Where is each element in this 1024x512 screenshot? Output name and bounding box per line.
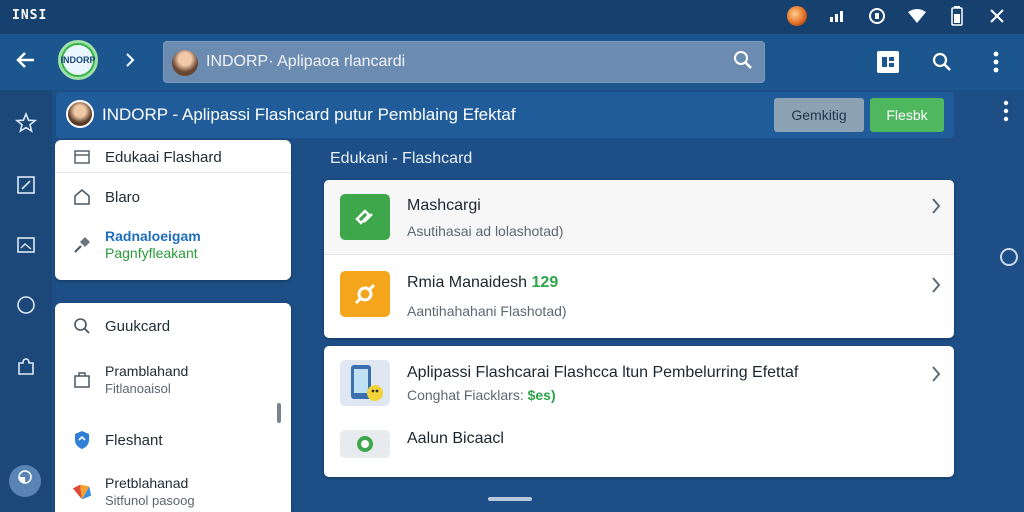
flashcard-list-card: Mashcargi Asutihasai ad lolashotad) Rmia…: [324, 180, 954, 338]
scroll-indicator[interactable]: [1000, 248, 1018, 266]
data-saver-icon: [866, 5, 888, 27]
author-avatar: [66, 100, 94, 128]
menu-item-flashcard[interactable]: Fleshant: [71, 429, 163, 451]
profile-button[interactable]: [9, 465, 41, 497]
app-logo[interactable]: INDORP: [58, 40, 98, 80]
list-item-subtitle: Aantihahahani Flashotad): [407, 303, 567, 319]
list-item-title: Aalun Bicaacl: [407, 430, 504, 447]
bookmark-button[interactable]: Gemkitig: [774, 98, 864, 132]
image-icon[interactable]: [12, 234, 40, 262]
star-icon[interactable]: [12, 111, 40, 140]
list-item[interactable]: Mashcargi Asutihasai ad lolashotad): [324, 180, 954, 254]
list-item-title: Mashcargi: [407, 197, 481, 214]
app-logo-text: INDORP: [60, 55, 96, 65]
list-item[interactable]: Aalun Bicaacl: [324, 422, 954, 477]
menu-item-label: Fleshant: [105, 431, 163, 449]
home-icon: [71, 186, 93, 208]
list-item-title: Rmia Manaidesh 129: [407, 274, 558, 292]
menu-item-label: Radnaloeigam: [105, 228, 201, 244]
category-panel: Edukaai Flashard Blaro Radnaloeigam Pagn…: [55, 140, 291, 280]
menu-item-sublabel: Sitfunol pasoog: [105, 493, 195, 508]
search-icon[interactable]: [730, 50, 756, 76]
link-app-icon: [340, 271, 390, 317]
edit-icon[interactable]: [12, 174, 40, 202]
list-icon: [71, 146, 93, 168]
list-item[interactable]: Rmia Manaidesh 129 Aantihahahani Flashot…: [324, 255, 954, 338]
home-indicator[interactable]: [488, 497, 532, 501]
chevron-right-icon: [930, 364, 942, 390]
list-item-subtitle-text: Conghat Fiacklars:: [407, 387, 524, 403]
puzzle-icon[interactable]: [12, 356, 40, 384]
panel-header: Edukaai Flashard: [71, 146, 222, 168]
chevron-right-icon[interactable]: [118, 48, 142, 76]
status-logo: INSI: [12, 8, 48, 23]
menu-item-practice[interactable]: Pretblahanad Sitfunol pasoog: [71, 475, 195, 509]
more-vert-icon[interactable]: [996, 100, 1016, 130]
menu-item-learning[interactable]: Pramblahand Fitlanoaisol: [71, 363, 188, 397]
reader-mode-icon[interactable]: [874, 44, 902, 80]
menu-item-label: Blaro: [105, 188, 141, 206]
status-bar: INSI: [0, 0, 1024, 34]
search-input[interactable]: INDORP· Aplipaoa rlancardi: [163, 41, 765, 83]
back-arrow-icon[interactable]: [12, 48, 40, 76]
price-label: $es): [527, 387, 556, 403]
menu-item-sublabel: Pagnfyfleakant: [105, 245, 198, 261]
list-item-count: 129: [531, 274, 559, 291]
menu-item-home[interactable]: Blaro: [71, 186, 140, 208]
menu-item-recommend[interactable]: Radnaloeigam Pagnfyfleakant: [71, 228, 201, 262]
avatar-icon[interactable]: [786, 5, 808, 27]
left-rail: [0, 90, 52, 512]
signal-icon: [826, 5, 848, 27]
user-avatar: [172, 50, 198, 76]
circle-icon[interactable]: [12, 294, 40, 322]
wifi-icon: [906, 5, 928, 27]
menu-item-label: Pretblahanad: [105, 475, 189, 491]
divider: [55, 172, 291, 173]
shield-icon: [71, 429, 93, 451]
menu-item-label: Guukcard: [105, 317, 171, 335]
search-icon: [71, 315, 93, 337]
chevron-right-icon: [930, 196, 942, 222]
list-item[interactable]: Aplipassi Flashcarai Flashcca ltun Pembe…: [324, 346, 954, 422]
list-item-title-text: Rmia Manaidesh: [407, 274, 528, 291]
chevron-right-icon: [930, 275, 942, 301]
list-item-title: Aplipassi Flashcarai Flashcca ltun Pembe…: [407, 364, 799, 381]
app-bar: INDORP INDORP· Aplipaoa rlancardi: [0, 34, 1024, 90]
panel-header-label: Edukaai Flashard: [105, 148, 222, 166]
search-query-text[interactable]: INDORP· Aplipaoa rlancardi: [206, 53, 405, 71]
section-title: Edukani - Flashcard: [330, 150, 473, 167]
menu-item-sublabel: Fitlanoaisol: [105, 381, 171, 396]
flashcard-app-icon: [340, 194, 390, 240]
status-icons: [786, 5, 1008, 27]
toggle-icon: [340, 430, 390, 458]
navigation-panel: Guukcard Pramblahand Fitlanoaisol Flesha…: [55, 303, 291, 512]
menu-item-search[interactable]: Guukcard: [71, 315, 170, 337]
page-title-bar: INDORP - Aplipassi Flashcard putur Pembl…: [56, 92, 954, 138]
more-vert-icon[interactable]: [982, 44, 1010, 80]
flashcard-button[interactable]: Flesbk: [870, 98, 944, 132]
flashcard-detail-card: Aplipassi Flashcarai Flashcca ltun Pembe…: [324, 346, 954, 477]
list-item-subtitle: Conghat Fiacklars: $es): [407, 387, 556, 403]
scrollbar-thumb[interactable]: [277, 403, 281, 423]
phone-app-icon: [340, 360, 390, 406]
battery-icon: [946, 5, 968, 27]
box-icon: [71, 369, 93, 391]
list-item-subtitle: Asutihasai ad lolashotad): [407, 223, 564, 239]
pin-icon: [71, 234, 93, 256]
menu-item-label: Pramblahand: [105, 363, 189, 379]
search-icon[interactable]: [928, 44, 956, 80]
app-bar-actions: [874, 44, 1010, 80]
close-icon[interactable]: [986, 5, 1008, 27]
page-title: INDORP - Aplipassi Flashcard putur Pembl…: [102, 105, 516, 124]
colorful-app-icon: [71, 481, 93, 503]
